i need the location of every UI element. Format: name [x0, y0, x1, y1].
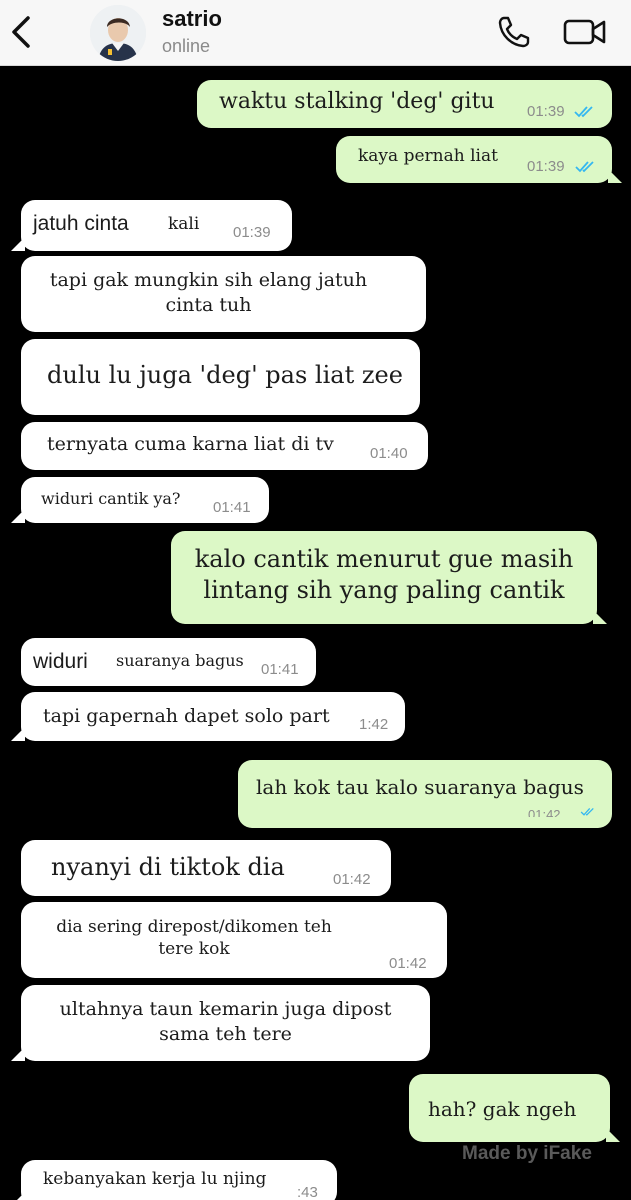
message-text: kali	[168, 214, 200, 234]
double-check-icon	[574, 106, 593, 118]
message-text: ternyata cuma karna liat di tv	[47, 433, 334, 455]
message-text: kebanyakan kerja lu njing	[43, 1169, 267, 1189]
message-line: dia sering direpost/dikomen teh	[56, 917, 332, 937]
avatar[interactable]	[90, 5, 146, 61]
message-text: ultahnya taun kemarin juga dipost sama t…	[21, 997, 430, 1046]
message-bubble-incoming[interactable]: dulu lu juga 'deg' pas liat zee	[21, 339, 420, 415]
message-bubble-incoming[interactable]: tapi gapernah dapet solo part 1:42	[11, 692, 405, 741]
message-time: 01:41	[213, 499, 251, 516]
message-text: tapi gak mungkin sih elang jatuh cinta t…	[21, 268, 396, 317]
message-bubble-incoming[interactable]: widuri suaranya bagus 01:41	[21, 638, 316, 686]
message-time: :43	[297, 1184, 318, 1200]
message-bubble-incoming[interactable]: widuri cantik ya? 01:41	[11, 477, 269, 523]
double-check-icon	[575, 161, 594, 173]
message-line: lintang sih yang paling cantik	[203, 576, 565, 605]
message-text: dulu lu juga 'deg' pas liat zee	[47, 361, 403, 389]
message-line: ultahnya taun kemarin juga dipost	[59, 998, 392, 1020]
message-time: 01:42	[333, 871, 371, 888]
message-text: waktu stalking 'deg' gitu	[219, 89, 495, 114]
message-bubble-incoming[interactable]: ultahnya taun kemarin juga dipost sama t…	[11, 985, 430, 1061]
message-text: kalo cantik menurut gue masih lintang si…	[171, 544, 597, 606]
message-text: widuri	[33, 650, 88, 673]
message-text: suaranya bagus	[116, 651, 244, 670]
message-text: kaya pernah liat	[358, 146, 498, 166]
message-line: tapi gak mungkin sih elang jatuh	[49, 269, 368, 291]
double-check-icon	[580, 807, 594, 816]
contact-status: online	[162, 36, 211, 56]
message-time: 1:42	[359, 716, 389, 733]
message-line: kalo cantik menurut gue masih	[194, 545, 574, 573]
message-bubble-incoming[interactable]: jatuh cinta kali 01:39	[11, 200, 292, 251]
back-icon	[12, 16, 30, 48]
message-time: 01:39	[527, 158, 565, 175]
message-text: nyanyi di tiktok dia	[51, 853, 285, 881]
phone-icon	[498, 16, 530, 48]
message-line: cinta tuh	[165, 293, 252, 316]
contact-name[interactable]: satrio	[162, 6, 222, 32]
message-bubble-incoming[interactable]: tapi gak mungkin sih elang jatuh cinta t…	[21, 256, 426, 332]
message-bubble-incoming[interactable]: kebanyakan kerja lu njing :43	[11, 1160, 337, 1200]
video-call-button[interactable]	[562, 16, 608, 48]
message-time: 01:39	[527, 103, 565, 120]
video-call-icon	[563, 19, 606, 45]
watermark: Made by iFake	[462, 1143, 592, 1164]
message-text: jatuh cinta	[33, 212, 129, 235]
avatar-image	[90, 5, 146, 61]
message-text: hah? gak ngeh	[428, 1097, 577, 1121]
message-text: widuri cantik ya?	[41, 489, 181, 508]
message-line: tere kok	[158, 939, 230, 960]
message-bubble-outgoing[interactable]: waktu stalking 'deg' gitu 01:39	[197, 80, 612, 128]
message-time: 01:42	[389, 955, 427, 972]
message-time: 01:39	[233, 224, 271, 241]
message-bubble-outgoing[interactable]: kaya pernah liat 01:39	[336, 136, 622, 183]
message-text: lah kok tau kalo suaranya bagus	[256, 775, 584, 799]
message-line: sama teh tere	[159, 1022, 292, 1045]
message-bubble-outgoing[interactable]: kalo cantik menurut gue masih lintang si…	[171, 531, 607, 624]
message-bubble-incoming[interactable]: dia sering direpost/dikomen teh tere kok…	[21, 902, 447, 978]
chat-header: satrio online	[0, 0, 631, 66]
message-time: 01:41	[261, 661, 299, 678]
message-text: dia sering direpost/dikomen teh tere kok	[21, 916, 367, 960]
back-button[interactable]	[6, 12, 36, 52]
voice-call-button[interactable]	[496, 14, 532, 50]
message-text: tapi gapernah dapet solo part	[43, 705, 330, 727]
message-bubble-outgoing[interactable]: hah? gak ngeh	[409, 1074, 620, 1142]
message-bubble-incoming[interactable]: nyanyi di tiktok dia 01:42	[21, 840, 391, 896]
message-time: 01:42	[528, 807, 561, 817]
message-bubble-incoming[interactable]: ternyata cuma karna liat di tv 01:40	[21, 422, 428, 470]
message-bubble-outgoing[interactable]: lah kok tau kalo suaranya bagus 01:42	[238, 760, 612, 828]
message-time: 01:40	[370, 445, 408, 462]
